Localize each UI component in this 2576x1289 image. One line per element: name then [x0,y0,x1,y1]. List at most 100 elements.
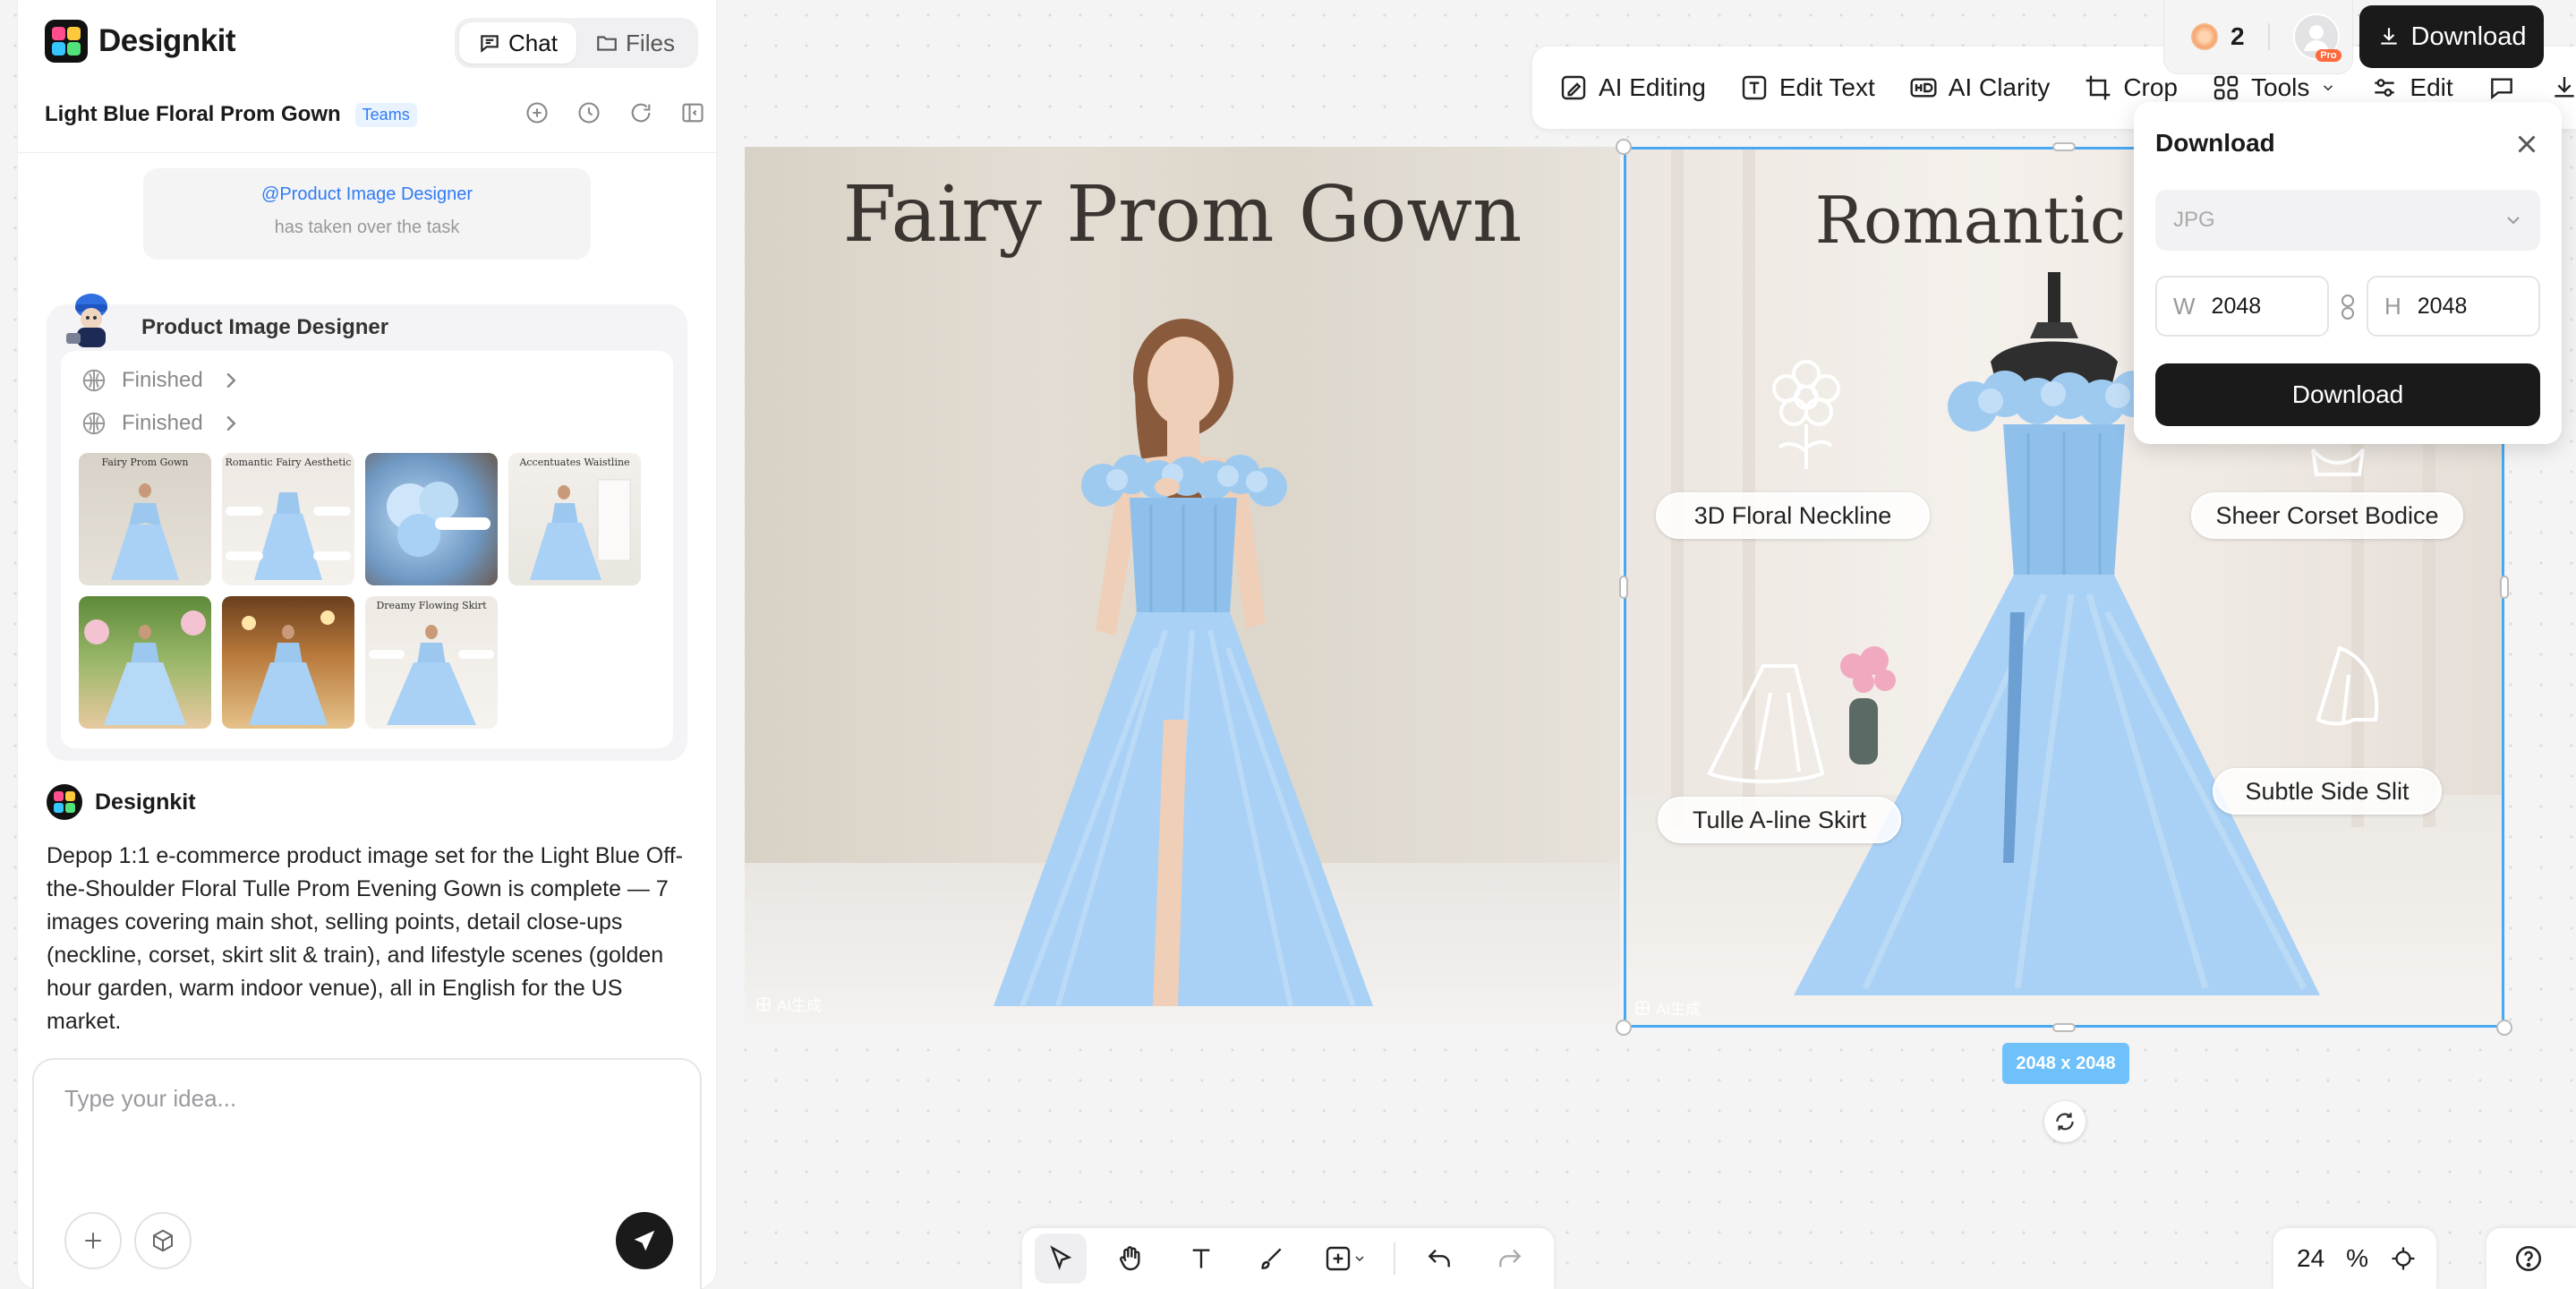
brand-header: Designkit [45,20,236,63]
resize-handle-bottom[interactable] [2052,1023,2076,1032]
send-button[interactable] [616,1212,673,1269]
add-box-icon [1326,1246,1351,1271]
fit-screen-icon[interactable] [2390,1245,2417,1272]
zoom-value[interactable]: 24 [2297,1244,2324,1273]
agent-card: Product Image Designer Finished Finished… [47,294,687,761]
agent-avatar [66,294,107,347]
tab-files[interactable]: Files [576,22,694,64]
ai-editing-button[interactable]: AI Editing [1559,73,1706,102]
chevron-right-icon [226,415,236,431]
collapse-panel-icon[interactable] [678,98,707,127]
redo-icon [1498,1249,1522,1268]
download-label: Download [2410,21,2527,51]
help-area [2486,1228,2576,1289]
chat-input-box[interactable]: Type your idea... [32,1058,702,1289]
globe-icon [82,369,106,392]
coin-icon [2191,23,2218,50]
ai-clarity-button[interactable]: AI Clarity [1909,73,2050,102]
toolbar-label: Crop [2123,73,2179,101]
step-finished-1[interactable]: Finished [81,367,244,394]
width-field[interactable]: W 2048 [2155,276,2329,337]
insert-dropdown[interactable] [1315,1234,1376,1284]
download-icon [2380,28,2397,45]
thumbnail-image[interactable]: Romantic Fairy Aesthetic [222,453,354,585]
thumbnail-caption: Dreamy Flowing Skirt [376,600,487,611]
tab-files-label: Files [626,29,675,56]
step-finished-2[interactable]: Finished [81,410,244,437]
thumbnail-image[interactable]: Fairy Prom Gown [79,453,211,585]
hand-tool[interactable] [1105,1234,1156,1284]
undo-button[interactable] [1413,1234,1465,1284]
feature-label: 3D Floral Neckline [1656,492,1930,539]
canvas-image-main[interactable]: Fairy Prom Gown AI生成 [745,147,1620,1024]
thumbnail-image[interactable]: Dreamy Flowing Skirt [365,596,498,729]
project-header: Light Blue Floral Prom Gown Teams [45,97,707,132]
reply-author-row: Designkit [47,784,196,820]
history-icon[interactable] [575,98,603,127]
format-select[interactable]: JPG [2155,190,2540,251]
step-label: Finished [122,368,203,392]
zoom-control: 24 % [2273,1228,2436,1289]
tab-chat[interactable]: Chat [459,22,576,64]
user-avatar[interactable]: Pro [2292,13,2341,62]
separator [1394,1242,1396,1275]
link-ratio-icon[interactable] [2338,294,2358,320]
edit-button[interactable]: Edit [2370,73,2453,102]
cube-icon [153,1229,173,1252]
export-button[interactable] [2550,73,2576,102]
refresh-icon[interactable] [627,98,655,127]
takeover-mention[interactable]: @Product Image Designer [143,184,591,205]
resize-handle-bottom-right[interactable] [2496,1020,2512,1036]
chevron-down-icon [2507,217,2520,225]
thumbnail-image[interactable] [365,453,498,585]
send-icon [634,1230,655,1251]
text-tool[interactable] [1175,1234,1227,1284]
resize-handle-left[interactable] [1619,576,1628,599]
thumbnail-image[interactable]: Accentuates Waistline [508,453,641,585]
thumbnail-caption: Accentuates Waistline [519,457,630,468]
edit-text-button[interactable]: Edit Text [1740,73,1875,102]
chat-input-placeholder: Type your idea... [64,1085,237,1112]
toolbar-label: Tools [2251,73,2310,101]
image-size-badge: 2048 x 2048 [2002,1043,2129,1084]
comment-button[interactable] [2487,73,2516,102]
new-chat-icon[interactable] [523,98,551,127]
crop-icon [2086,75,2111,100]
teams-badge: Teams [354,102,417,127]
header-divider [18,152,716,153]
feature-label: Subtle Side Slit [2213,768,2442,815]
ai-tag-label: AI生成 [777,997,823,1014]
download-button-top[interactable]: Download [2359,5,2544,68]
thumbnail-image[interactable] [222,596,354,729]
download-confirm-button[interactable]: Download [2155,363,2540,426]
rotate-icon [2056,1113,2074,1131]
select-tool[interactable] [1035,1234,1088,1284]
resize-handle-top-left[interactable] [1616,139,1632,155]
help-icon[interactable] [2513,1243,2544,1274]
resize-handle-right[interactable] [2500,576,2509,599]
close-icon[interactable] [2512,129,2542,159]
cursor-icon [1050,1245,1072,1270]
format-value: JPG [2173,208,2215,232]
reply-message: Depop 1:1 e-commerce product image set f… [47,843,684,1034]
rotate-button[interactable] [2044,1101,2086,1142]
credits-area: 2 Pro [2164,0,2352,73]
plus-icon [85,1233,101,1249]
tools-grid-icon [2213,75,2239,100]
height-field[interactable]: H 2048 [2367,276,2540,337]
redo-button[interactable] [1484,1234,1536,1284]
height-label: H [2384,292,2401,320]
resize-handle-top[interactable] [2052,142,2076,151]
canvas-tools-bar [1022,1228,1554,1289]
takeover-notice: @Product Image Designer has taken over t… [143,168,591,260]
reply-author: Designkit [95,789,196,815]
ai-edit-icon [1561,75,1586,100]
resize-handle-bottom-left[interactable] [1616,1020,1632,1036]
hand-icon [1120,1246,1141,1271]
3d-model-button[interactable] [134,1212,192,1269]
brush-tool[interactable] [1245,1234,1297,1284]
add-attachment-button[interactable] [64,1212,122,1269]
thumbnail-image[interactable] [79,596,211,729]
crop-button[interactable]: Crop [2084,73,2178,102]
tools-dropdown[interactable]: Tools [2212,73,2336,102]
